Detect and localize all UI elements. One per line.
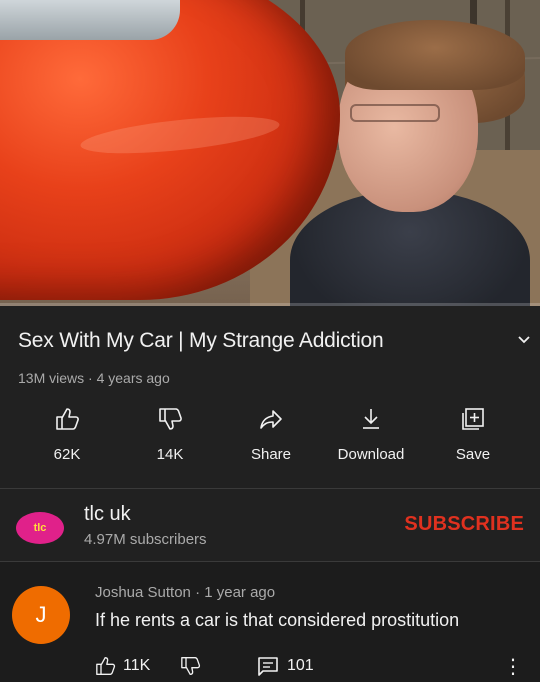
comment-reply-count: 101	[287, 657, 314, 674]
video-player[interactable]	[0, 0, 540, 306]
comment-like-button[interactable]: 11K	[95, 656, 150, 676]
dislike-count: 14K	[156, 446, 184, 463]
save-playlist-icon	[462, 408, 484, 430]
subscribe-button[interactable]: SUBSCRIBE	[404, 513, 524, 536]
save-button[interactable]: Save	[428, 406, 518, 463]
channel-avatar[interactable]: tlc	[16, 512, 64, 544]
save-label: Save	[455, 446, 491, 463]
channel-avatar-text: tlc	[33, 522, 47, 534]
person-hair-top	[345, 20, 525, 90]
person-glasses	[350, 104, 440, 122]
comment-actions: 11K 101 ⋮	[95, 654, 525, 679]
download-label: Download	[337, 446, 405, 463]
channel-name[interactable]: tlc uk	[84, 503, 131, 526]
video-meta: 13M views · 4 years ago	[18, 370, 170, 386]
more-options-icon[interactable]: ⋮	[503, 654, 523, 679]
comment-replies-button[interactable]: 101	[257, 656, 314, 676]
reply-icon	[258, 657, 278, 676]
action-bar: 62K 14K Share Download Save	[0, 406, 540, 476]
comment-text: If he rents a car is that considered pro…	[95, 610, 460, 630]
comment: J Joshua Sutton · 1 year ago If he rents…	[0, 562, 540, 682]
download-button[interactable]: Download	[326, 406, 416, 463]
share-label: Share	[250, 446, 292, 463]
share-icon	[260, 410, 282, 429]
channel-row: tlc tlc uk 4.97M subscribers SUBSCRIBE	[0, 489, 540, 561]
comment-like-count: 11K	[123, 657, 151, 674]
thumbs-down-icon	[159, 408, 182, 430]
subscriber-count: 4.97M subscribers	[84, 531, 207, 548]
video-title[interactable]: Sex With My Car | My Strange Addiction	[18, 329, 384, 353]
thumbs-down-icon	[181, 657, 201, 675]
dislike-button[interactable]: 14K	[125, 406, 215, 463]
like-button[interactable]: 62K	[22, 406, 112, 463]
thumbs-up-icon	[56, 408, 79, 430]
thumbs-up-icon	[96, 657, 116, 675]
car-window	[0, 0, 180, 40]
comment-avatar[interactable]: J	[12, 586, 70, 644]
comment-avatar-initial: J	[35, 602, 47, 627]
like-count: 62K	[53, 446, 81, 463]
share-button[interactable]: Share	[226, 406, 316, 463]
comment-meta: Joshua Sutton · 1 year ago	[95, 584, 276, 601]
comment-dislike-button[interactable]	[180, 656, 202, 681]
download-icon	[363, 409, 379, 429]
video-details: Sex With My Car | My Strange Addiction 1…	[0, 306, 540, 488]
chevron-down-icon[interactable]	[514, 330, 534, 350]
